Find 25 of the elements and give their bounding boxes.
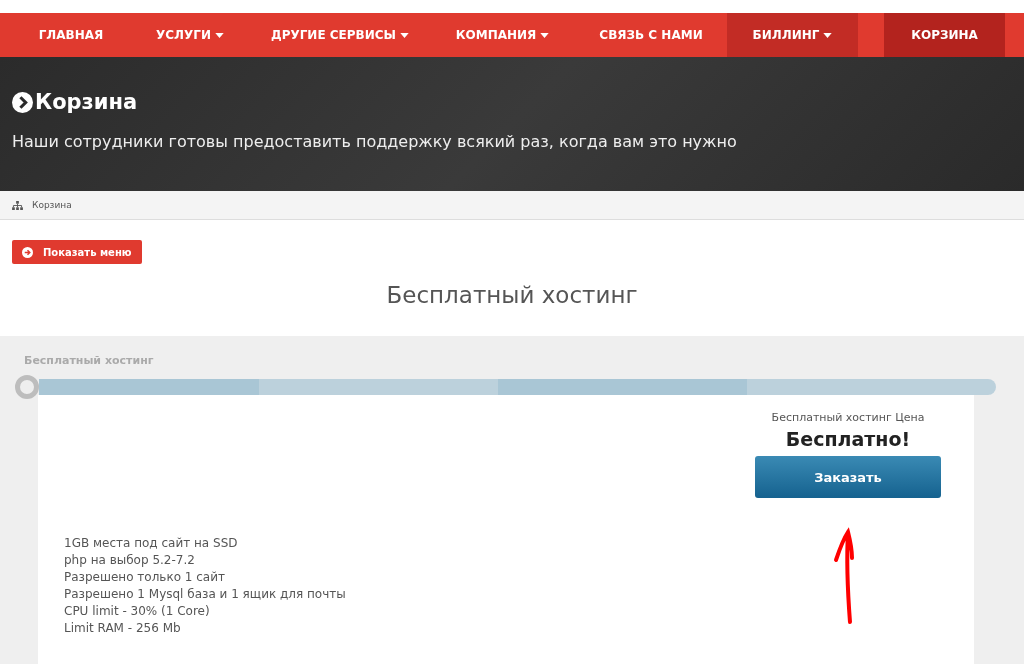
price: Бесплатно! (785, 428, 911, 450)
feature-text: 1GB места под сайт на SSD (64, 535, 239, 552)
nav-item[interactable]: ДРУГИЕ СЕРВИСЫ (250, 13, 430, 57)
feature-text: Limit RAM - 256 Mb (64, 620, 182, 637)
page-subtitle: Наши сотрудники готовы предоставить поддержку всякий раз, когда вам это нужно (12, 132, 738, 151)
nav-item[interactable]: СВЯЗЬ С НАМИ (575, 13, 727, 57)
feature-text: Разрешено только 1 сайт (64, 569, 226, 586)
nav-item[interactable]: УСЛУГИ (130, 13, 250, 57)
show-menu-button[interactable]: Показать меню (12, 240, 142, 264)
nav-item[interactable]: КОМПАНИЯ (430, 13, 575, 57)
arrow-circle-icon (22, 246, 33, 258)
page-title: Корзина (35, 90, 138, 114)
product-heading: Бесплатный хостинг (385, 282, 639, 308)
nav-item[interactable]: БИЛЛИНГ (727, 13, 858, 57)
feature-text: Разрешено 1 Mysql база и 1 ящик для почты (64, 586, 346, 603)
order-button[interactable]: Заказать (755, 456, 941, 498)
chevron-circle-icon (12, 91, 33, 113)
feature-text: php на выбор 5.2-7.2 (64, 552, 196, 569)
nav-item[interactable]: ГЛАВНАЯ (12, 13, 130, 57)
nav-item[interactable]: КОРЗИНА (884, 13, 1005, 57)
price-label: Бесплатный хостинг Цена (771, 411, 925, 424)
sitemap-icon (12, 200, 23, 210)
breadcrumb-link[interactable]: Корзина (32, 200, 72, 210)
feature-text: CPU limit - 30% (1 Core) (64, 603, 211, 620)
step-label: Бесплатный хостинг (24, 354, 155, 367)
